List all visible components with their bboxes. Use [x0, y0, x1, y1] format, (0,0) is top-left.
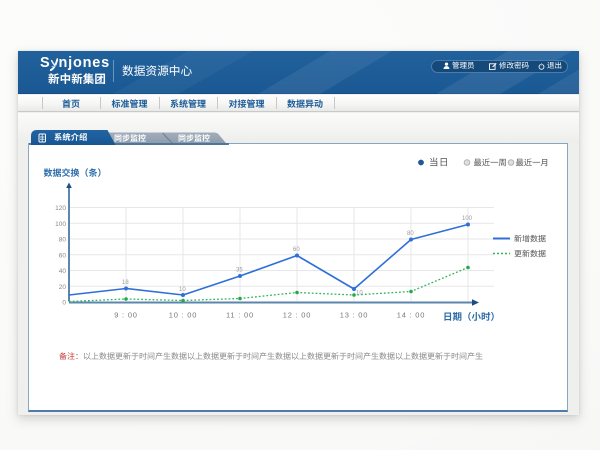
svg-text:80: 80	[59, 234, 67, 244]
svg-text:80: 80	[407, 228, 414, 237]
svg-text:20: 20	[59, 281, 67, 291]
svg-text:数据交换（条）: 数据交换（条）	[44, 166, 107, 179]
svg-text:100: 100	[55, 218, 66, 228]
svg-text:10: 10	[179, 284, 186, 293]
svg-text:9 : 00: 9 : 00	[114, 310, 138, 321]
svg-text:100: 100	[462, 213, 473, 222]
svg-text:60: 60	[293, 244, 300, 253]
svg-text:当日: 当日	[429, 155, 449, 169]
svg-text:35: 35	[236, 265, 243, 274]
svg-text:0: 0	[62, 297, 66, 307]
svg-text:新增数据: 新增数据	[514, 234, 546, 245]
svg-text:最近一月: 最近一月	[516, 157, 549, 169]
svg-text:日期（小时）: 日期（小时）	[443, 309, 500, 323]
svg-text:18: 18	[122, 277, 129, 286]
svg-text:60: 60	[59, 249, 67, 259]
svg-text:40: 40	[59, 265, 67, 275]
svg-text:120: 120	[55, 202, 66, 212]
svg-text:14 : 00: 14 : 00	[397, 310, 426, 321]
svg-text:11 : 00: 11 : 00	[226, 310, 254, 321]
svg-text:12 : 00: 12 : 00	[283, 310, 312, 321]
svg-text:10 : 00: 10 : 00	[169, 310, 198, 321]
svg-text:最近一周: 最近一周	[474, 157, 507, 169]
svg-text:13 : 00: 13 : 00	[340, 310, 369, 321]
svg-text:更新数据: 更新数据	[514, 249, 546, 260]
svg-text:10: 10	[356, 288, 363, 297]
